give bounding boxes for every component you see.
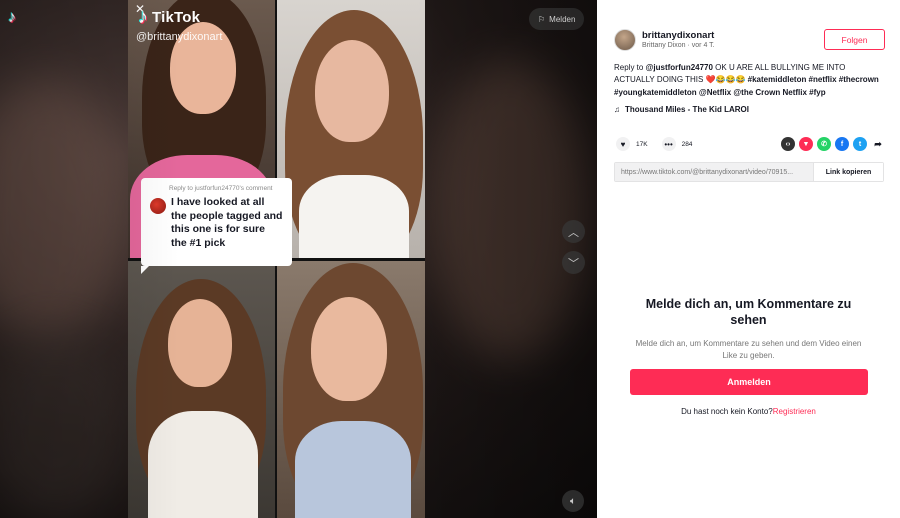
reply-comment-card: Reply to justforfun24770's comment I hav… — [141, 178, 292, 274]
video-tile-3 — [128, 261, 275, 518]
watermark-handle: @brittanydixonart — [136, 31, 223, 43]
report-button[interactable]: ⚐ Melden — [529, 8, 585, 30]
author-info[interactable]: brittanydixonart Brittany Dixon · vor 4 … — [614, 29, 715, 51]
tiktok-icon[interactable]: ♪ — [8, 9, 28, 29]
like-count: 17K — [636, 140, 648, 148]
tiktok-wordmark: TikTok — [152, 9, 201, 26]
video-link-url[interactable]: https://www.tiktok.com/@brittanydixonart… — [615, 163, 813, 181]
login-subtitle: Melde dich an, um Kommentare zu sehen un… — [635, 338, 862, 360]
background-blur — [430, 60, 590, 360]
caption-reply-prefix: Reply to — [614, 63, 646, 72]
video-tile-2 — [277, 0, 425, 258]
tiktok-icon: ♪ — [138, 6, 148, 28]
background-blur — [0, 330, 130, 518]
tiktok-video-page: ♪ ✕ ♪ TikTok @brittanydixonart Reply to … — [0, 0, 900, 518]
video-tile-4 — [277, 261, 425, 518]
signup-link[interactable]: Registrieren — [773, 407, 816, 416]
reply-text: I have looked at all the people tagged a… — [171, 196, 283, 250]
send-icon[interactable]: ▼ — [799, 137, 813, 151]
music-link[interactable]: ♫ Thousand Miles - The Kid LAROI — [614, 105, 749, 114]
music-title[interactable]: Thousand Miles - The Kid LAROI — [625, 105, 749, 114]
music-note-icon: ♫ — [614, 105, 620, 114]
caption-mention-link[interactable]: @justforfun24770 — [646, 63, 713, 72]
twitter-icon[interactable]: t — [853, 137, 867, 151]
facebook-icon[interactable]: f — [835, 137, 849, 151]
heart-icon[interactable]: ♥ — [616, 137, 630, 151]
login-prompt: Melde dich an, um Kommentare zu sehen Me… — [597, 296, 900, 416]
comment-icon[interactable]: ••• — [661, 137, 676, 151]
info-panel: brittanydixonart Brittany Dixon · vor 4 … — [597, 0, 900, 518]
report-label: Melden — [549, 14, 576, 24]
chevron-up-icon: ︿ — [568, 226, 579, 239]
video-stage: ♪ ✕ ♪ TikTok @brittanydixonart Reply to … — [0, 0, 597, 518]
volume-button[interactable]: 🔈︎ — [562, 490, 584, 512]
share-arrow-icon[interactable]: ➦ — [871, 137, 885, 151]
avatar[interactable] — [614, 29, 636, 51]
chevron-down-icon: ﹀ — [568, 257, 579, 270]
whatsapp-icon[interactable]: ✆ — [817, 137, 831, 151]
volume-icon: 🔈︎ — [570, 495, 576, 507]
share-icons: ‹› ▼ ✆ f t ➦ — [781, 137, 885, 151]
copy-link-box: https://www.tiktok.com/@brittanydixonart… — [614, 162, 884, 182]
background-blur — [0, 80, 130, 340]
login-button[interactable]: Anmelden — [630, 369, 868, 395]
tiktok-watermark: ♪ TikTok — [138, 6, 200, 29]
flag-icon: ⚐ — [538, 14, 546, 24]
avatar — [150, 198, 166, 215]
login-title: Melde dich an, um Kommentare zu sehen — [645, 297, 852, 328]
copy-link-button[interactable]: Link kopieren — [813, 163, 883, 181]
video-caption: Reply to @justforfun24770 OK U ARE ALL B… — [614, 62, 886, 99]
comment-count: 284 — [681, 140, 693, 148]
next-video-button[interactable]: ﹀ — [562, 251, 585, 274]
reply-header: Reply to justforfun24770's comment — [169, 185, 273, 192]
author-name[interactable]: brittanydixonart — [642, 30, 715, 41]
signup-text: Du hast noch kein Konto? — [681, 407, 773, 416]
signup-prompt: Du hast noch kein Konto?Registrieren — [597, 407, 900, 416]
embed-icon[interactable]: ‹› — [781, 137, 795, 151]
previous-video-button[interactable]: ︿ — [562, 220, 585, 243]
author-subtitle: Brittany Dixon · vor 4 T. — [642, 42, 715, 50]
follow-button[interactable]: Folgen — [824, 29, 885, 50]
engagement-stats: ♥ 17K ••• 284 — [616, 137, 706, 151]
